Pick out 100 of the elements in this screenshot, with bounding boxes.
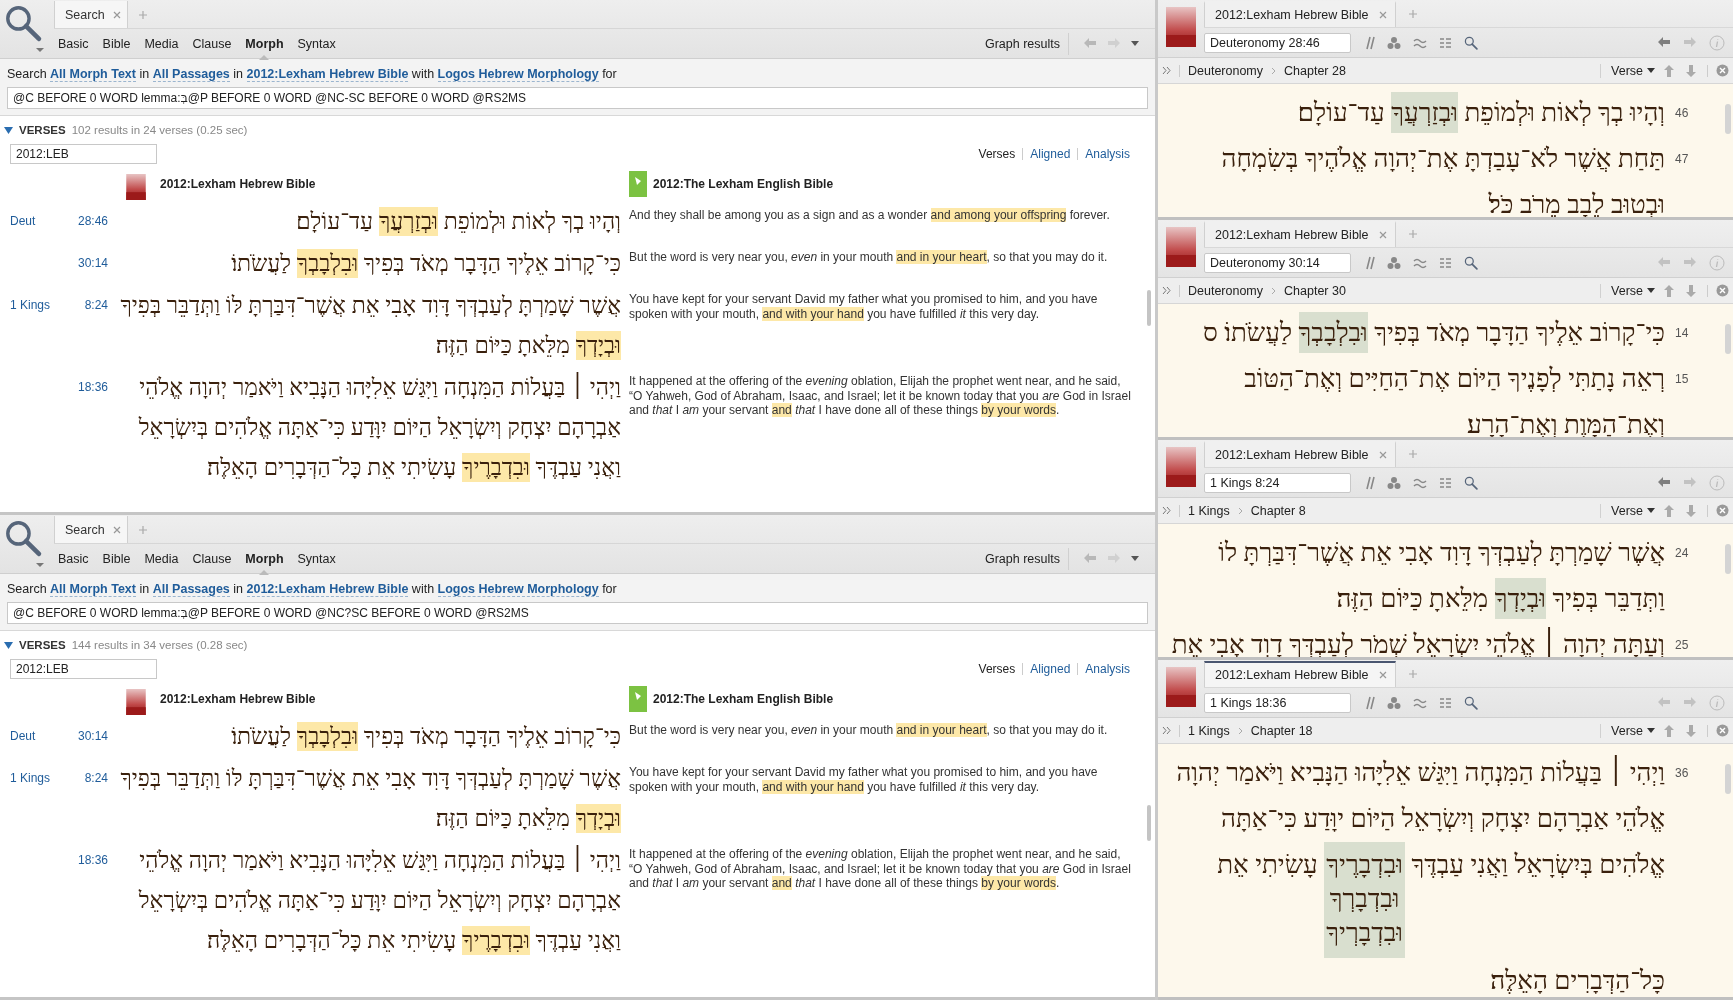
reference-field[interactable]: 1 Kings 8:24	[1204, 472, 1351, 493]
close-icon[interactable]	[112, 10, 121, 19]
breadcrumb-link[interactable]: 1 Kings	[1188, 723, 1230, 738]
reference-field[interactable]: Deuteronomy 28:46	[1204, 32, 1351, 53]
book-reference-link[interactable]: 1 Kings	[10, 771, 51, 785]
breadcrumb-link[interactable]: Chapter 30	[1284, 283, 1346, 298]
verse-reference-link[interactable]: 8:24	[84, 298, 108, 312]
close-icon[interactable]	[1378, 451, 1387, 459]
search-option-link[interactable]: 2012:Lexham Hebrew Bible	[246, 582, 409, 597]
list-icon[interactable]	[1439, 36, 1452, 49]
search-option-link[interactable]: All Morph Text	[50, 67, 136, 82]
book-cover-icon[interactable]	[1166, 445, 1196, 489]
forward-arrow-icon[interactable]	[1683, 695, 1697, 710]
query-field[interactable]: @C BEFORE 0 WORD lemma:בְּ@P BEFORE 0 WORD @NC-SC BEFORE 0 WORD @RS2MS	[7, 87, 1148, 109]
resource-tab[interactable]: 2012:Lexham Hebrew Bible	[1204, 1, 1396, 27]
book-cover-icon[interactable]	[1166, 225, 1196, 269]
search-icon[interactable]	[1464, 255, 1478, 270]
scrollbar-thumb[interactable]	[1725, 104, 1731, 134]
up-arrow-icon[interactable]	[1663, 723, 1677, 738]
view-dropdown[interactable]: Verse	[1600, 503, 1655, 518]
view-dropdown[interactable]: Verse	[1600, 283, 1655, 298]
dots-cluster-icon[interactable]	[1387, 695, 1401, 710]
parallel-lines-icon[interactable]	[1363, 35, 1375, 50]
view-dropdown[interactable]: Verse	[1600, 63, 1655, 78]
verse-reference-link[interactable]: 8:24	[84, 771, 108, 785]
search-option-link[interactable]: All Morph Text	[50, 582, 136, 597]
approx-icon[interactable]	[1413, 36, 1427, 49]
resource-filter-field[interactable]: 2012:LEB	[10, 144, 157, 164]
info-icon[interactable]	[1709, 694, 1725, 711]
parallel-lines-icon[interactable]	[1363, 475, 1375, 490]
book-cover-icon[interactable]	[126, 173, 146, 200]
info-icon[interactable]	[1709, 254, 1725, 271]
scrollbar-thumb[interactable]	[1147, 290, 1151, 326]
approx-icon[interactable]	[1413, 256, 1427, 269]
down-arrow-icon[interactable]	[1685, 63, 1699, 78]
parallel-lines-icon[interactable]	[1363, 255, 1375, 270]
double-chevron-icon[interactable]	[1162, 286, 1171, 295]
close-icon[interactable]	[1716, 504, 1729, 517]
close-icon[interactable]	[1378, 671, 1387, 679]
add-tab-icon[interactable]	[1407, 449, 1418, 459]
book-cover-icon[interactable]	[126, 688, 146, 715]
verse-reference-link[interactable]: 18:36	[77, 853, 108, 867]
search-type-tab[interactable]: Clause	[192, 32, 232, 55]
view-link[interactable]: Verses	[971, 147, 1023, 161]
dots-cluster-icon[interactable]	[1387, 475, 1401, 490]
resource-tab[interactable]: 2012:Lexham Hebrew Bible	[1204, 441, 1396, 467]
breadcrumb-link[interactable]: Deuteronomy	[1188, 63, 1264, 78]
graph-results-button[interactable]: Graph results	[976, 547, 1069, 570]
search-type-tab[interactable]: Basic	[58, 547, 89, 570]
search-type-tab[interactable]: Syntax	[297, 547, 336, 570]
close-icon[interactable]	[112, 525, 121, 534]
search-option-link[interactable]: All Passages	[152, 582, 230, 597]
double-chevron-icon[interactable]	[1162, 66, 1171, 75]
view-link[interactable]: Aligned	[1023, 147, 1078, 161]
search-tab[interactable]: Search	[54, 1, 128, 28]
add-tab-icon[interactable]	[1407, 9, 1418, 19]
graph-results-button[interactable]: Graph results	[976, 32, 1069, 55]
search-tab[interactable]: Search	[54, 516, 128, 543]
book-cover-icon[interactable]	[1166, 5, 1196, 49]
search-type-tab[interactable]: Media	[144, 32, 179, 55]
list-icon[interactable]	[1439, 476, 1452, 489]
search-option-link[interactable]: Logos Hebrew Morphology	[437, 67, 599, 82]
resource-filter-field[interactable]: 2012:LEB	[10, 659, 157, 679]
search-icon[interactable]	[1464, 695, 1478, 710]
close-icon[interactable]	[1378, 11, 1387, 19]
close-icon[interactable]	[1716, 724, 1729, 737]
double-chevron-icon[interactable]	[1162, 726, 1171, 735]
search-type-tab[interactable]: Syntax	[297, 32, 336, 55]
forward-arrow-icon[interactable]	[1683, 475, 1697, 490]
scrollbar-thumb[interactable]	[1725, 324, 1731, 354]
view-dropdown[interactable]: Verse	[1600, 723, 1655, 738]
reference-field[interactable]: Deuteronomy 30:14	[1204, 252, 1351, 273]
book-reference-link[interactable]: 1 Kings	[10, 298, 51, 312]
search-type-tab[interactable]: Clause	[192, 547, 232, 570]
search-icon[interactable]	[1464, 35, 1478, 50]
search-type-tab[interactable]: Morph	[245, 32, 284, 55]
search-type-tab[interactable]: Bible	[102, 547, 131, 570]
forward-arrow-icon[interactable]	[1683, 35, 1697, 50]
forward-arrow-icon[interactable]	[1683, 255, 1697, 270]
breadcrumb-link[interactable]: Deuteronomy	[1188, 283, 1264, 298]
search-option-link[interactable]: All Passages	[152, 67, 230, 82]
query-field[interactable]: @C BEFORE 0 WORD lemma:בְּ@P BEFORE 0 WORD @NC?SC BEFORE 0 WORD @RS2MS	[7, 602, 1148, 624]
verse-reference-link[interactable]: 30:14	[77, 256, 108, 270]
close-icon[interactable]	[1716, 64, 1729, 77]
list-icon[interactable]	[1439, 696, 1452, 709]
add-tab-icon[interactable]	[1407, 669, 1418, 679]
dots-cluster-icon[interactable]	[1387, 35, 1401, 50]
breadcrumb-link[interactable]: Chapter 18	[1250, 723, 1313, 738]
up-arrow-icon[interactable]	[1663, 283, 1677, 298]
book-reference-link[interactable]: Deut	[10, 214, 36, 228]
double-chevron-icon[interactable]	[1162, 506, 1171, 515]
up-arrow-icon[interactable]	[1663, 63, 1677, 78]
search-option-link[interactable]: 2012:Lexham Hebrew Bible	[246, 67, 409, 82]
info-icon[interactable]	[1709, 34, 1725, 51]
up-arrow-icon[interactable]	[1663, 503, 1677, 518]
down-arrow-icon[interactable]	[1685, 283, 1699, 298]
dropdown-caret-icon[interactable]	[1131, 556, 1139, 561]
breadcrumb-link[interactable]: 1 Kings	[1188, 503, 1230, 518]
verse-reference-link[interactable]: 18:36	[77, 380, 108, 394]
approx-icon[interactable]	[1413, 476, 1427, 489]
